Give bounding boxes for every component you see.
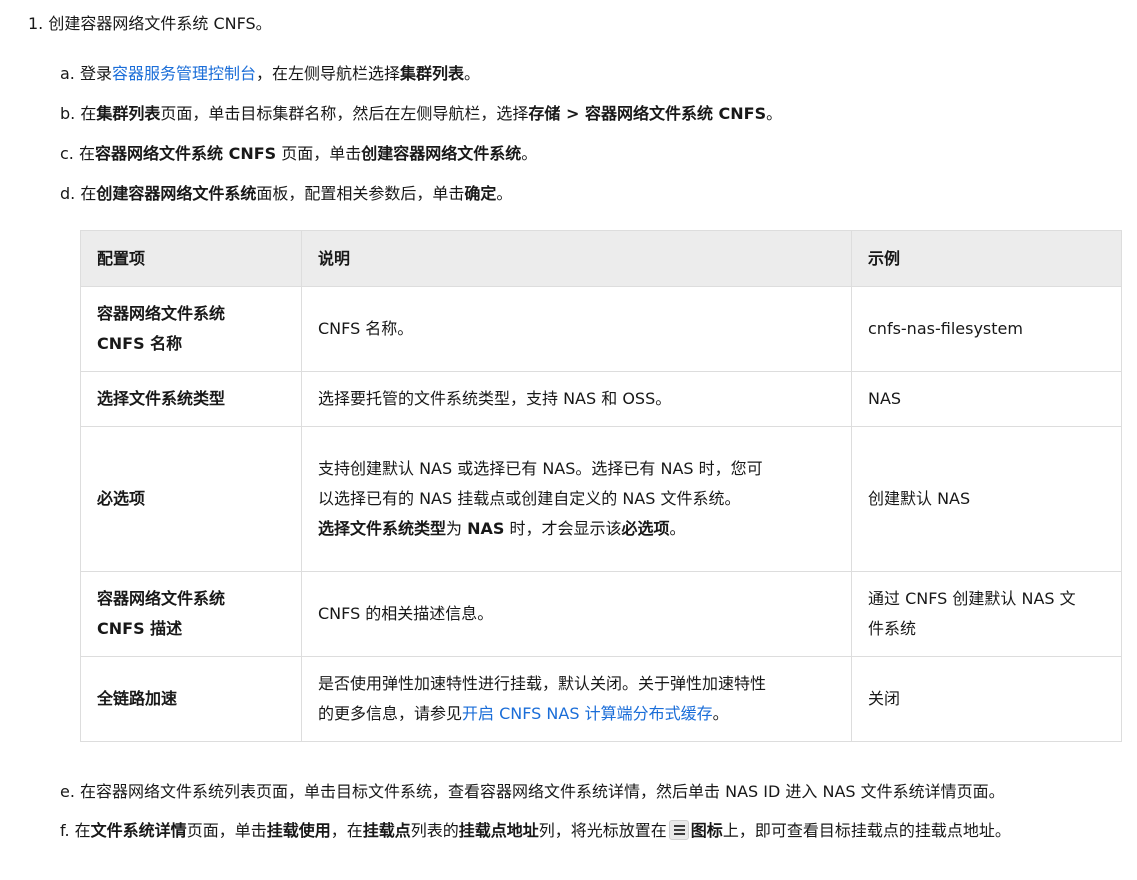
row-key: 必选项 bbox=[80, 426, 302, 572]
bold-term: 挂载点 bbox=[362, 821, 411, 840]
row-key: 容器网络文件系统 CNFS 描述 bbox=[80, 571, 302, 657]
list-icon[interactable] bbox=[668, 820, 689, 840]
text: 列，将光标放置在 bbox=[538, 821, 667, 840]
text: 列表的 bbox=[410, 821, 459, 840]
key-line: 容器网络文件系统 bbox=[97, 589, 226, 608]
key-line: 容器网络文件系统 bbox=[97, 304, 226, 323]
bold-term: 确定 bbox=[464, 184, 497, 203]
substep-marker: d. bbox=[60, 184, 76, 203]
bold-term: 图标 bbox=[690, 821, 723, 840]
table-row: 全链路加速 是否使用弹性加速特性进行挂载，默认关闭。关于弹性加速特性 的更多信息… bbox=[80, 656, 1122, 742]
row-desc: 是否使用弹性加速特性进行挂载，默认关闭。关于弹性加速特性 的更多信息，请参见开启… bbox=[301, 656, 852, 742]
row-desc: 支持创建默认 NAS 或选择已有 NAS。选择已有 NAS 时，您可 以选择已有… bbox=[301, 426, 852, 572]
bold-term: 文件系统详情 bbox=[90, 821, 187, 840]
row-key: 选择文件系统类型 bbox=[80, 371, 302, 427]
bold-term: 创建容器网络文件系统 bbox=[361, 144, 522, 163]
header-config-item: 配置项 bbox=[80, 230, 302, 287]
text: 面板，配置相关参数后，单击 bbox=[256, 184, 465, 203]
substep-b: b. 在集群列表页面，单击目标集群名称，然后在左侧导航栏，选择存储 > 容器网络… bbox=[60, 102, 782, 126]
substep-marker: e. bbox=[60, 782, 75, 801]
key-line: CNFS 名称 bbox=[97, 334, 183, 353]
step-1: 1. 创建容器网络文件系统 CNFS。 bbox=[28, 12, 272, 36]
config-table: 配置项 说明 示例 容器网络文件系统 CNFS 名称 CNFS 名称。 cnfs… bbox=[80, 230, 1122, 742]
row-key: 全链路加速 bbox=[80, 656, 302, 742]
step-marker: 1. bbox=[28, 14, 44, 33]
bold-term: NAS bbox=[467, 519, 505, 538]
key-line: CNFS 描述 bbox=[97, 619, 183, 638]
row-example: 关闭 bbox=[851, 656, 1122, 742]
row-example: NAS bbox=[851, 371, 1122, 427]
substep-marker: f. bbox=[60, 821, 70, 840]
text: 登录 bbox=[79, 64, 112, 83]
substep-e: e. 在容器网络文件系统列表页面，单击目标文件系统，查看容器网络文件系统详情，然… bbox=[60, 780, 1005, 804]
desc-line: 以选择已有的 NAS 挂载点或创建自定义的 NAS 文件系统。 bbox=[318, 489, 741, 508]
substep-a: a. 登录容器服务管理控制台，在左侧导航栏选择集群列表。 bbox=[60, 62, 480, 86]
console-link[interactable]: 容器服务管理控制台 bbox=[112, 64, 256, 83]
text: 。 bbox=[766, 104, 783, 123]
text: 。 bbox=[464, 64, 481, 83]
table-row: 容器网络文件系统 CNFS 描述 CNFS 的相关描述信息。 通过 CNFS 创… bbox=[80, 571, 1122, 657]
cnfs-cache-link[interactable]: 开启 CNFS NAS 计算端分布式缓存 bbox=[462, 704, 713, 723]
substep-f: f. 在文件系统详情页面，单击挂载使用，在挂载点列表的挂载点地址列，将光标放置在… bbox=[60, 816, 1120, 846]
example-line: 通过 CNFS 创建默认 NAS 文 bbox=[868, 589, 1076, 608]
text: 页面，单击 bbox=[276, 144, 362, 163]
header-example: 示例 bbox=[851, 230, 1122, 287]
table-row: 容器网络文件系统 CNFS 名称 CNFS 名称。 cnfs-nas-files… bbox=[80, 286, 1122, 372]
bold-term: 挂载使用 bbox=[266, 821, 331, 840]
bold-term: 必选项 bbox=[621, 519, 670, 538]
table-header-row: 配置项 说明 示例 bbox=[80, 230, 1122, 287]
bold-term: 创建容器网络文件系统 bbox=[96, 184, 257, 203]
header-description: 说明 bbox=[301, 230, 852, 287]
table-row: 选择文件系统类型 选择要托管的文件系统类型，支持 NAS 和 OSS。 NAS bbox=[80, 371, 1122, 427]
text: 在 bbox=[80, 104, 97, 123]
substep-marker: b. bbox=[60, 104, 76, 123]
substep-marker: c. bbox=[60, 144, 74, 163]
bold-term: 集群列表 bbox=[96, 104, 161, 123]
text: 的更多信息，请参见 bbox=[318, 704, 463, 723]
text: 。 bbox=[712, 704, 729, 723]
text: 页面，单击 bbox=[186, 821, 267, 840]
bold-term: 选择文件系统类型 bbox=[318, 519, 447, 538]
text: 页面，单击目标集群名称，然后在左侧导航栏，选择 bbox=[160, 104, 529, 123]
text: ，在左侧导航栏选择 bbox=[256, 64, 401, 83]
desc-line: 是否使用弹性加速特性进行挂载，默认关闭。关于弹性加速特性 bbox=[318, 674, 767, 693]
bold-term: 集群列表 bbox=[400, 64, 465, 83]
text: 。 bbox=[669, 519, 686, 538]
text: 。 bbox=[521, 144, 538, 163]
row-desc: 选择要托管的文件系统类型，支持 NAS 和 OSS。 bbox=[301, 371, 852, 427]
substep-d: d. 在创建容器网络文件系统面板，配置相关参数后，单击确定。 bbox=[60, 182, 512, 206]
desc-line: 选择文件系统类型为 NAS 时，才会显示该必选项。 bbox=[318, 514, 835, 544]
text: 。 bbox=[496, 184, 513, 203]
desc-line: 的更多信息，请参见开启 CNFS NAS 计算端分布式缓存。 bbox=[318, 699, 835, 729]
step-text: 创建容器网络文件系统 CNFS。 bbox=[48, 14, 272, 33]
text: ，在 bbox=[330, 821, 363, 840]
desc-line: 支持创建默认 NAS 或选择已有 NAS。选择已有 NAS 时，您可 bbox=[318, 459, 763, 478]
text: 在 bbox=[74, 821, 91, 840]
row-example: 创建默认 NAS bbox=[851, 426, 1122, 572]
substep-c: c. 在容器网络文件系统 CNFS 页面，单击创建容器网络文件系统。 bbox=[60, 142, 537, 166]
example-line: 件系统 bbox=[868, 619, 917, 638]
document-page: 1. 创建容器网络文件系统 CNFS。 a. 登录容器服务管理控制台，在左侧导航… bbox=[0, 0, 1137, 880]
text: 上，即可查看目标挂载点的挂载点地址。 bbox=[722, 821, 1011, 840]
bold-term: 容器网络文件系统 CNFS bbox=[95, 144, 277, 163]
substep-marker: a. bbox=[60, 64, 75, 83]
bold-term: 挂载点地址 bbox=[458, 821, 539, 840]
row-key: 容器网络文件系统 CNFS 名称 bbox=[80, 286, 302, 372]
substep-text: 在容器网络文件系统列表页面，单击目标文件系统，查看容器网络文件系统详情，然后单击… bbox=[80, 782, 1005, 801]
text: 时，才会显示该 bbox=[504, 519, 622, 538]
text: 在 bbox=[78, 144, 95, 163]
text: 为 bbox=[446, 519, 468, 538]
row-example: 通过 CNFS 创建默认 NAS 文 件系统 bbox=[851, 571, 1122, 657]
row-example: cnfs-nas-filesystem bbox=[851, 286, 1122, 372]
table-row: 必选项 支持创建默认 NAS 或选择已有 NAS。选择已有 NAS 时，您可 以… bbox=[80, 426, 1122, 572]
bold-term: 存储 > 容器网络文件系统 CNFS bbox=[528, 104, 767, 123]
row-desc: CNFS 名称。 bbox=[301, 286, 852, 372]
text: 在 bbox=[80, 184, 97, 203]
row-desc: CNFS 的相关描述信息。 bbox=[301, 571, 852, 657]
